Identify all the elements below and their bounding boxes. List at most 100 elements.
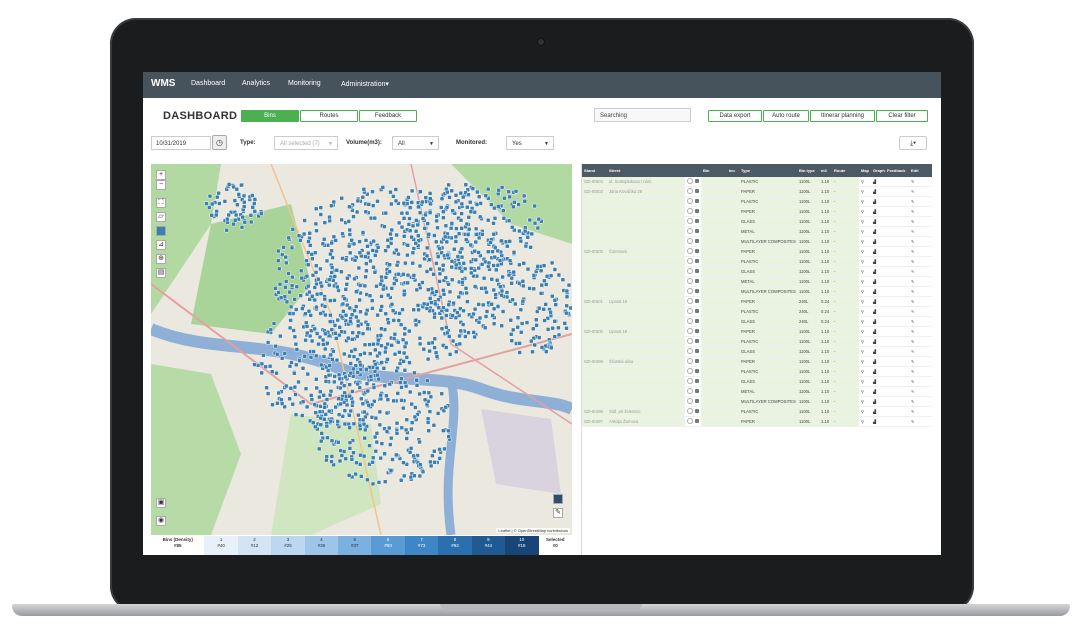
bin-marker[interactable] — [308, 313, 314, 318]
bin-marker[interactable] — [384, 393, 389, 399]
bin-marker[interactable] — [412, 414, 418, 420]
bin-marker[interactable] — [370, 306, 375, 311]
bin-marker[interactable] — [506, 189, 511, 195]
bin-marker[interactable] — [332, 274, 338, 279]
bin-marker[interactable] — [391, 281, 397, 286]
table-row[interactable]: GLASS 240L 0.24- ⚲ ▟ ✎ — [582, 316, 932, 327]
bin-marker[interactable] — [328, 388, 334, 394]
table-row[interactable]: SZI-IE501 Lipová 19 PAPER 240L 0.24- ⚲ ▟ ✎ — [582, 296, 932, 307]
bin-marker[interactable] — [282, 294, 288, 299]
bin-marker[interactable] — [342, 421, 348, 427]
bin-marker[interactable] — [389, 302, 395, 307]
bin-marker[interactable] — [465, 232, 471, 237]
graph-icon[interactable]: ▟ — [873, 359, 876, 364]
bin-marker[interactable] — [314, 291, 320, 297]
bin-marker[interactable] — [394, 420, 400, 426]
bin-marker[interactable] — [542, 278, 547, 284]
bin-marker[interactable] — [358, 352, 363, 357]
bin-marker[interactable] — [407, 360, 412, 365]
bin-marker[interactable] — [359, 396, 364, 402]
bin-marker[interactable] — [421, 346, 427, 352]
table-row[interactable]: METAL 1100L 1.10- ⚲ ▟ ✎ — [582, 386, 932, 397]
bin-marker[interactable] — [428, 459, 433, 465]
bin-marker[interactable] — [406, 195, 411, 200]
bin-marker[interactable] — [564, 294, 570, 300]
bin-marker[interactable] — [449, 264, 454, 270]
bin-marker[interactable] — [270, 402, 275, 407]
bin-marker[interactable] — [271, 321, 277, 326]
bin-marker[interactable] — [276, 390, 281, 396]
bin-marker[interactable] — [364, 381, 370, 386]
bin-marker[interactable] — [355, 323, 361, 329]
bin-marker[interactable] — [347, 440, 353, 445]
bin-marker[interactable] — [349, 312, 355, 317]
bin-marker[interactable] — [499, 288, 505, 294]
bin-marker[interactable] — [348, 361, 353, 366]
row-checkbox[interactable] — [687, 278, 693, 284]
bin-marker[interactable] — [402, 331, 407, 337]
bin-marker[interactable] — [447, 195, 452, 200]
bin-marker[interactable] — [313, 410, 318, 415]
bin-marker[interactable] — [327, 319, 333, 324]
bin-marker[interactable] — [306, 239, 311, 244]
bin-marker[interactable] — [305, 262, 311, 268]
bin-marker[interactable] — [413, 322, 419, 328]
bin-marker[interactable] — [233, 212, 239, 218]
bin-marker[interactable] — [296, 233, 302, 238]
screenshot-icon[interactable]: ▣ — [156, 498, 166, 508]
bin-marker[interactable] — [324, 423, 330, 429]
bin-marker[interactable] — [427, 409, 433, 414]
column-header[interactable]: Street — [607, 164, 685, 177]
map-pin-icon[interactable]: ⚲ — [861, 389, 864, 394]
bin-marker[interactable] — [331, 199, 337, 205]
bin-marker[interactable] — [472, 306, 478, 312]
bin-marker[interactable] — [466, 330, 471, 335]
bin-marker[interactable] — [511, 204, 516, 210]
bin-marker[interactable] — [444, 313, 449, 318]
bin-marker[interactable] — [374, 283, 379, 289]
bin-marker[interactable] — [433, 350, 439, 355]
bin-marker[interactable] — [313, 353, 319, 359]
zoom-in-button[interactable]: + — [156, 170, 166, 180]
bin-marker[interactable] — [350, 337, 355, 342]
bin-marker[interactable] — [529, 338, 534, 344]
bin-marker[interactable] — [240, 214, 245, 220]
bin-marker[interactable] — [491, 263, 496, 268]
fullscreen-icon[interactable]: ⛶ — [156, 198, 166, 208]
bin-marker[interactable] — [337, 458, 343, 464]
row-checkbox[interactable] — [687, 358, 693, 364]
bin-marker[interactable] — [339, 453, 345, 458]
bin-marker[interactable] — [274, 370, 279, 376]
bin-marker[interactable] — [371, 264, 376, 270]
bin-marker[interactable] — [502, 195, 507, 201]
graph-icon[interactable]: ▟ — [873, 219, 876, 224]
bin-marker[interactable] — [341, 309, 346, 314]
bin-marker[interactable] — [370, 460, 375, 465]
bin-marker[interactable] — [497, 258, 503, 263]
bin-marker[interactable] — [259, 361, 265, 367]
bin-marker[interactable] — [336, 412, 342, 417]
bin-marker[interactable] — [501, 216, 507, 221]
bin-marker[interactable] — [383, 275, 389, 280]
bin-marker[interactable] — [370, 203, 376, 208]
bin-marker[interactable] — [421, 301, 427, 307]
bin-marker[interactable] — [445, 189, 450, 195]
bin-marker[interactable] — [387, 269, 392, 274]
graph-icon[interactable]: ▟ — [873, 419, 876, 424]
bin-marker[interactable] — [347, 393, 352, 399]
bin-marker[interactable] — [394, 452, 399, 458]
monitored-select[interactable]: Yes ▼ — [506, 136, 554, 150]
bin-marker[interactable] — [505, 243, 510, 249]
bin-marker[interactable] — [520, 298, 526, 304]
row-checkbox[interactable] — [687, 398, 693, 404]
bin-marker[interactable] — [365, 326, 371, 331]
bin-marker[interactable] — [362, 283, 368, 289]
legend-bucket[interactable]: 6 #50 — [371, 536, 405, 555]
row-checkbox[interactable] — [687, 248, 693, 254]
edit-icon[interactable]: ✎ — [911, 399, 915, 404]
bin-marker[interactable] — [439, 326, 445, 331]
table-row[interactable]: PLASTIC 1100L 1.10- ⚲ ▟ ✎ — [582, 336, 932, 347]
bin-marker[interactable] — [356, 330, 362, 335]
bin-marker[interactable] — [495, 304, 501, 309]
bin-marker[interactable] — [343, 312, 349, 318]
